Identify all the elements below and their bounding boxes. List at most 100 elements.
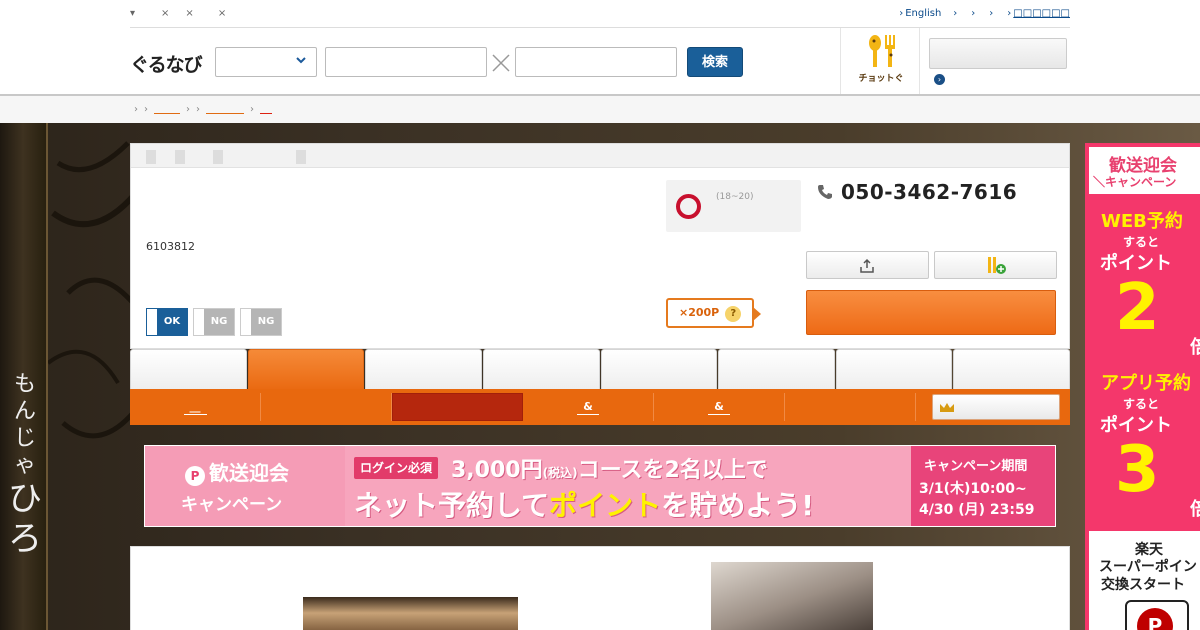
- utility-link[interactable]: ›: [989, 8, 995, 19]
- tab[interactable]: [953, 349, 1070, 389]
- tab[interactable]: [600, 349, 718, 389]
- points-value: ×200P: [679, 306, 720, 319]
- banner-line2-c: を貯めよう!: [661, 489, 814, 522]
- toggle-label: OK: [157, 309, 187, 335]
- postal-code: 6103812: [146, 240, 195, 253]
- ad-text: すると: [1123, 235, 1160, 249]
- toggle-ng[interactable]: NG: [193, 308, 235, 336]
- ad-multiplier: 2: [1115, 271, 1160, 345]
- add-favorite-button[interactable]: [934, 251, 1057, 279]
- period-start: 3/1(木)10:00~: [919, 481, 1027, 497]
- toggle-label: NG: [204, 309, 234, 335]
- share-button[interactable]: [806, 251, 929, 279]
- help-icon[interactable]: ?: [725, 306, 742, 322]
- toggle-ng[interactable]: NG: [240, 308, 282, 336]
- login-button[interactable]: [929, 38, 1067, 69]
- tab-active[interactable]: [247, 349, 365, 389]
- english-link[interactable]: › English: [899, 8, 941, 19]
- subnav-item[interactable]: __: [130, 393, 261, 421]
- ad-subtitle: ＼キャンペーン: [1093, 175, 1177, 189]
- area-keyword-input[interactable]: [515, 47, 677, 77]
- meta-chip: [146, 150, 156, 164]
- shop-name-char: も: [13, 372, 36, 397]
- chevron-right-icon: ›: [144, 104, 148, 115]
- ad-text: すると: [1123, 397, 1160, 411]
- chotto-button[interactable]: チョットぐ: [840, 28, 920, 95]
- utility-close-icon[interactable]: ×: [161, 8, 169, 19]
- site-logo[interactable]: ぐるなび: [130, 50, 203, 77]
- fork-spoon-icon: [869, 35, 895, 67]
- utility-link[interactable]: › □□□□□□: [1007, 8, 1070, 19]
- rakuten-point-icon: P: [1125, 600, 1189, 630]
- breadcrumb-link[interactable]: [154, 105, 180, 114]
- availability-status: (18~20): [666, 180, 801, 232]
- subnav-item[interactable]: &: [654, 393, 785, 421]
- meta-chip: [296, 150, 306, 164]
- tab[interactable]: [718, 349, 835, 389]
- tab[interactable]: [482, 349, 600, 389]
- banner-line2-a: ネット予約して: [354, 489, 550, 522]
- subnav-item-selected[interactable]: [392, 393, 523, 421]
- availability-time: (18~20): [716, 192, 754, 202]
- keyword-input[interactable]: [325, 47, 487, 77]
- ad-web-label: WEB予約: [1101, 211, 1183, 232]
- ranking-button[interactable]: [932, 394, 1060, 420]
- ad-text: 倍: [1190, 499, 1200, 520]
- shop-name-vertical: も ん じ ゃ ひ ろ: [7, 371, 43, 559]
- chotto-label: チョットぐ: [858, 74, 904, 84]
- add-favorite-icon: [988, 257, 1006, 274]
- utility-dropdown-icon[interactable]: ▾: [130, 8, 135, 19]
- content-panel: [130, 546, 1070, 630]
- ad-app-label: アプリ予約: [1101, 373, 1191, 394]
- shop-name-char: じ: [13, 426, 36, 451]
- shop-name-char: ゃ: [13, 453, 36, 478]
- shop-name-char: ろ: [8, 519, 42, 559]
- subnav-item[interactable]: [261, 393, 392, 421]
- side-campaign-ad[interactable]: 歓送迎会 ＼キャンペーン WEB予約 すると ポイント 2 倍 アプリ予約 する…: [1085, 143, 1200, 630]
- tab[interactable]: [365, 349, 482, 389]
- shop-name-char: ひ: [8, 479, 42, 519]
- campaign-period: キャンペーン期間 3/1(木)10:00~ 4/30 (月) 23:59: [911, 446, 1055, 526]
- utility-close-icon[interactable]: ×: [185, 8, 193, 19]
- phone-number[interactable]: 050-3462-7616: [817, 180, 1017, 204]
- tab[interactable]: [835, 349, 953, 389]
- food-photo: [303, 597, 518, 630]
- banner-line1: 3,000円(税込)コースを2名以上で: [451, 452, 768, 484]
- reserve-button[interactable]: [806, 290, 1056, 335]
- breadcrumb: › › › › ›: [0, 96, 1200, 123]
- breadcrumb-link[interactable]: [206, 105, 244, 114]
- campaign-banner[interactable]: P 歓送迎会 キャンペーン ログイン必須 3,000円(税込)コースを2名以上で…: [144, 445, 1056, 527]
- shop-info-panel: 6103812 OK NG NG (18~20) 050-3462-7616 ×…: [130, 143, 1070, 349]
- meta-chip: [175, 150, 185, 164]
- subnav-item[interactable]: &: [523, 393, 654, 421]
- available-circle-icon: [676, 194, 701, 219]
- ad-text: 倍: [1190, 337, 1200, 358]
- point-badge-icon: P: [185, 466, 205, 486]
- utility-link[interactable]: ›: [971, 8, 977, 19]
- toggle-ok[interactable]: OK: [146, 308, 188, 336]
- meta-chip: [213, 150, 223, 164]
- utility-close-icon[interactable]: ×: [218, 8, 226, 19]
- utility-link[interactable]: ›: [953, 8, 959, 19]
- sub-navigation: __ & &: [130, 389, 1070, 425]
- chevron-right-icon: ›: [186, 104, 190, 115]
- crown-icon: [940, 403, 954, 412]
- phone-icon: [818, 185, 832, 199]
- login-required-badge: ログイン必須: [354, 457, 439, 479]
- ad-text: スーパーポイン: [1099, 559, 1197, 575]
- ad-multiplier: 3: [1115, 433, 1160, 507]
- arrow-circle-icon[interactable]: ›: [934, 74, 945, 85]
- banner-line1-rest: コースを2名以上で: [577, 458, 768, 483]
- subnav-item[interactable]: [785, 393, 916, 421]
- period-heading: キャンペーン期間: [924, 459, 1028, 474]
- share-icon: [860, 258, 874, 273]
- shop-name-char: ん: [13, 399, 36, 424]
- banner-subtitle: キャンペーン: [181, 495, 283, 515]
- area-select[interactable]: [215, 47, 317, 77]
- utility-left: ▾ × × ×: [130, 8, 226, 19]
- rakuten-p: P: [1137, 608, 1173, 630]
- banner-line2: ネット予約してポイントを貯めよう!: [354, 484, 814, 524]
- banner-title: 歓送迎会: [209, 461, 289, 485]
- tab[interactable]: [130, 349, 247, 389]
- search-button[interactable]: 検索: [687, 47, 743, 77]
